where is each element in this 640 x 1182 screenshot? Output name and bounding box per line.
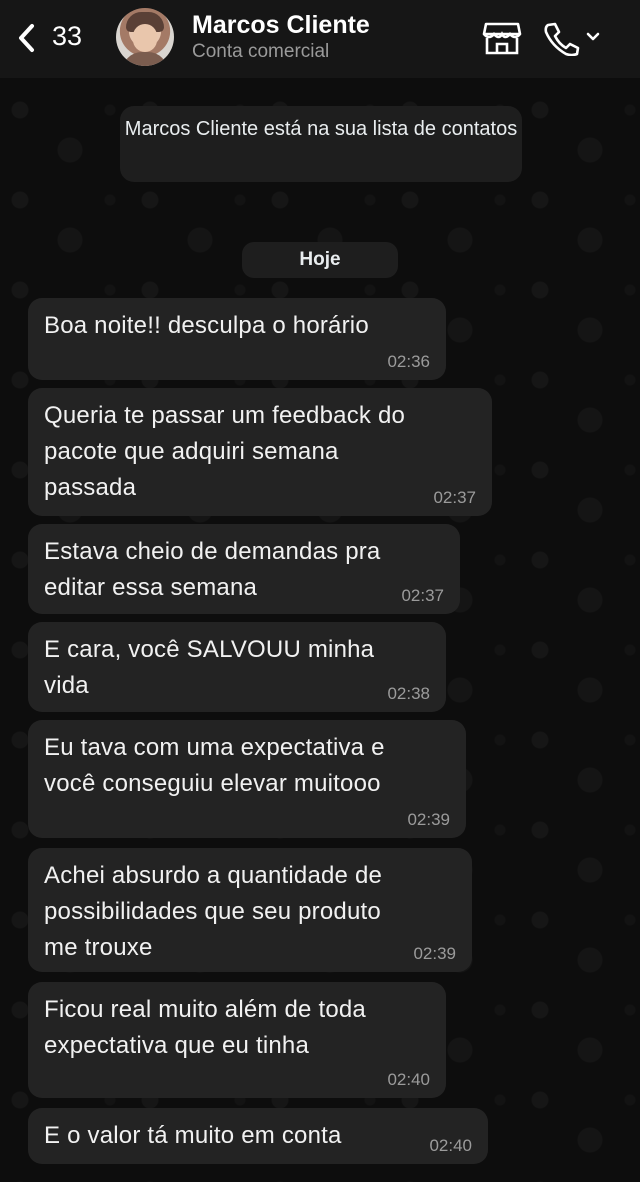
message-bubble[interactable]: E cara, você SALVOUU minha vida 02:38: [28, 622, 446, 712]
phone-icon[interactable]: [542, 20, 602, 56]
message-text: Boa noite!! desculpa o horário: [44, 312, 369, 339]
message-time: 02:40: [429, 1136, 472, 1155]
message-time: 02:38: [387, 684, 430, 703]
message-bubble[interactable]: E o valor tá muito em conta 02:40: [28, 1108, 488, 1164]
message-time: 02:40: [387, 1070, 430, 1089]
message-bubble[interactable]: Boa noite!! desculpa o horário 02:36: [28, 298, 446, 380]
chat-header: 33 Marcos Cliente Conta comercial: [0, 0, 640, 78]
contact-name: Marcos Cliente: [192, 11, 370, 39]
message-time: 02:37: [433, 488, 476, 507]
message-bubble[interactable]: Achei absurdo a quantidade de possibilid…: [28, 848, 472, 972]
unread-count[interactable]: 33: [52, 21, 82, 52]
message-time: 02:39: [413, 944, 456, 963]
storefront-icon[interactable]: [482, 20, 522, 56]
message-text: Ficou real muito além de toda expectativ…: [44, 996, 366, 1059]
chevron-down-icon: [586, 32, 600, 41]
message-time: 02:36: [387, 352, 430, 371]
message-text: Eu tava com uma expectativa e você conse…: [44, 734, 385, 797]
contact-list-notice: Marcos Cliente está na sua lista de cont…: [120, 106, 522, 182]
message-text: E o valor tá muito em conta: [44, 1122, 342, 1149]
message-bubble[interactable]: Estava cheio de demandas pra editar essa…: [28, 524, 460, 614]
back-chevron-icon: [19, 24, 34, 52]
message-text: E cara, você SALVOUU minha vida: [44, 636, 375, 699]
back-button[interactable]: [10, 18, 44, 58]
message-text: Queria te passar um feedback do pacote q…: [44, 402, 406, 501]
contact-subtitle: Conta comercial: [192, 41, 330, 62]
message-time: 02:39: [407, 810, 450, 829]
date-divider: Hoje: [242, 242, 398, 278]
avatar[interactable]: [116, 8, 174, 66]
message-bubble[interactable]: Queria te passar um feedback do pacote q…: [28, 388, 492, 516]
message-text: Achei absurdo a quantidade de possibilid…: [44, 862, 383, 961]
message-text: Estava cheio de demandas pra editar essa…: [44, 538, 381, 601]
message-time: 02:37: [401, 586, 444, 605]
message-bubble[interactable]: Eu tava com uma expectativa e você conse…: [28, 720, 466, 838]
contact-info[interactable]: Marcos Cliente Conta comercial: [192, 10, 370, 64]
message-bubble[interactable]: Ficou real muito além de toda expectativ…: [28, 982, 446, 1098]
